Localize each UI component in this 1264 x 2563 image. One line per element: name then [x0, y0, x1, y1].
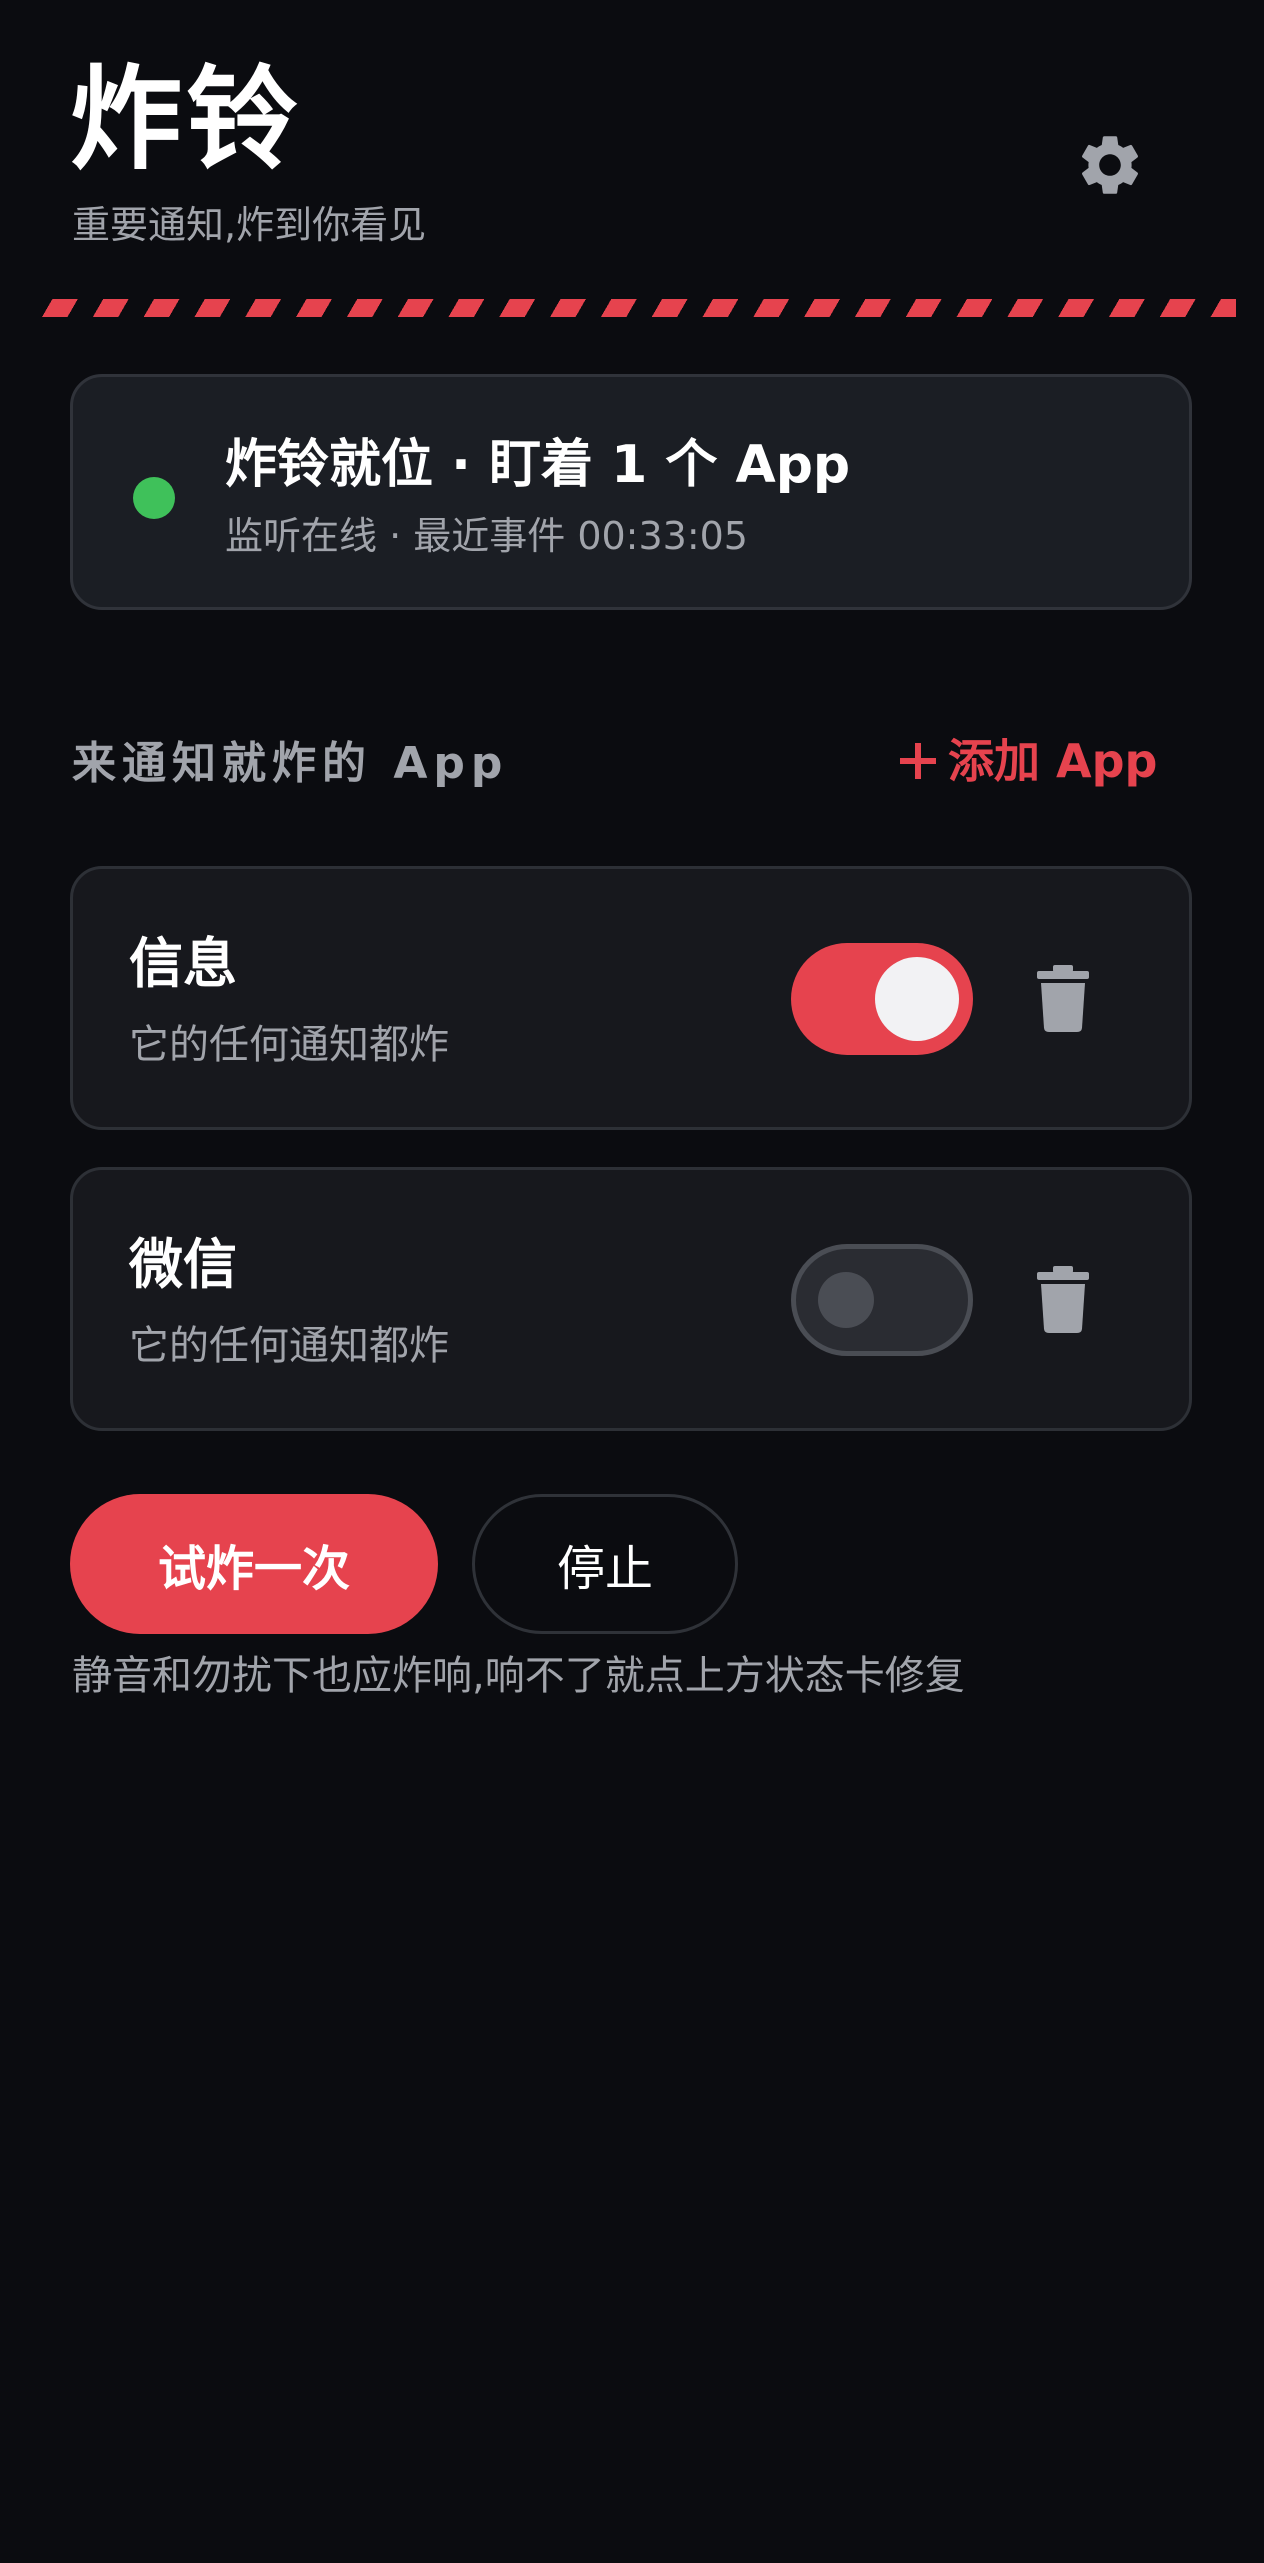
app-subtitle: 重要通知,炸到你看见: [72, 203, 427, 247]
add-app-label: 添加 App: [948, 734, 1158, 788]
toggle-knob: [818, 1272, 874, 1328]
trash-icon: [1037, 965, 1089, 1032]
hazard-stripe-divider: [36, 299, 1236, 317]
app-title: 炸铃: [70, 55, 302, 185]
plus-icon: [900, 743, 936, 779]
app-name: 微信: [129, 1233, 237, 1296]
gear-icon: [1081, 136, 1139, 194]
status-online-dot: [133, 477, 175, 519]
settings-button[interactable]: [1070, 125, 1150, 205]
stop-button[interactable]: 停止: [472, 1494, 738, 1634]
apps-section-label: 来通知就炸的 App: [72, 738, 509, 789]
hint-text: 静音和勿扰下也应炸响,响不了就点上方状态卡修复: [72, 1653, 965, 1699]
test-alarm-button[interactable]: 试炸一次: [70, 1494, 438, 1634]
app-card-messages: 信息 它的任何通知都炸: [70, 866, 1192, 1130]
toggle-knob: [875, 957, 959, 1041]
app-name: 信息: [129, 932, 237, 995]
app-card-wechat: 微信 它的任何通知都炸: [70, 1167, 1192, 1431]
delete-app-button[interactable]: [1021, 957, 1105, 1041]
app-screen: 炸铃 重要通知,炸到你看见 炸铃就位 · 盯着 1 个 App 监听在线 · 最…: [0, 0, 1264, 2563]
status-title: 炸铃就位 · 盯着 1 个 App: [225, 435, 851, 495]
trash-icon: [1037, 1266, 1089, 1333]
delete-app-button[interactable]: [1021, 1258, 1105, 1342]
app-enabled-toggle[interactable]: [791, 1244, 973, 1356]
status-subtitle: 监听在线 · 最近事件 00:33:05: [225, 514, 748, 558]
app-description: 它的任何通知都炸: [129, 1022, 449, 1068]
app-description: 它的任何通知都炸: [129, 1323, 449, 1369]
add-app-button[interactable]: 添加 App: [898, 738, 1157, 784]
status-card[interactable]: 炸铃就位 · 盯着 1 个 App 监听在线 · 最近事件 00:33:05: [70, 374, 1192, 610]
app-enabled-toggle[interactable]: [791, 943, 973, 1055]
